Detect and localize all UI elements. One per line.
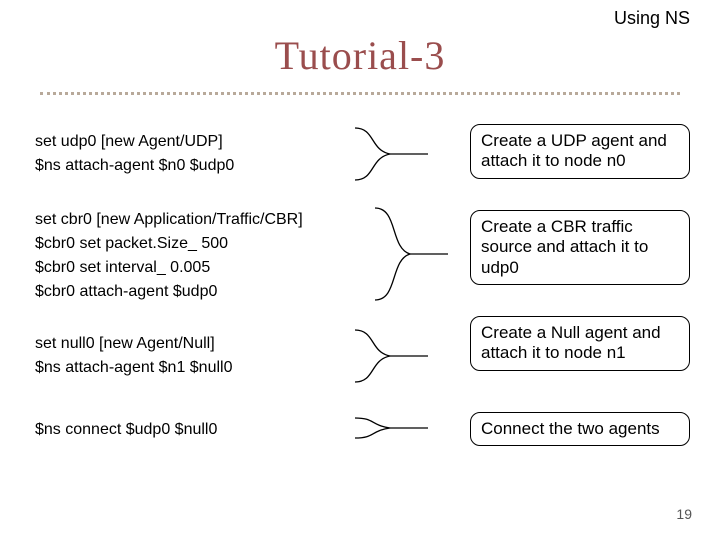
brace-icon xyxy=(350,126,430,182)
brace-icon xyxy=(350,416,430,440)
code-line: $cbr0 set packet.Size_ 500 xyxy=(35,232,303,256)
code-line: $cbr0 set interval_ 0.005 xyxy=(35,256,303,280)
header-label: Using NS xyxy=(614,8,690,29)
code-line: $cbr0 attach-agent $udp0 xyxy=(35,280,303,304)
divider xyxy=(40,92,680,95)
callout-udp: Create a UDP agent and attach it to node… xyxy=(470,124,690,179)
code-block-cbr: set cbr0 [new Application/Traffic/CBR] $… xyxy=(35,208,303,304)
callout-connect: Connect the two agents xyxy=(470,412,690,446)
brace-icon xyxy=(350,328,430,384)
code-line: $ns attach-agent $n1 $null0 xyxy=(35,356,232,380)
slide: Using NS Tutorial-3 set udp0 [new Agent/… xyxy=(0,0,720,540)
code-line: $ns connect $udp0 $null0 xyxy=(35,418,217,442)
code-line: set cbr0 [new Application/Traffic/CBR] xyxy=(35,208,303,232)
code-block-connect: $ns connect $udp0 $null0 xyxy=(35,418,217,442)
brace-icon xyxy=(370,206,450,302)
code-line: set null0 [new Agent/Null] xyxy=(35,332,232,356)
page-number: 19 xyxy=(676,506,692,522)
callout-null: Create a Null agent and attach it to nod… xyxy=(470,316,690,371)
code-line: $ns attach-agent $n0 $udp0 xyxy=(35,154,234,178)
page-title: Tutorial-3 xyxy=(0,32,720,79)
code-line: set udp0 [new Agent/UDP] xyxy=(35,130,234,154)
code-block-udp: set udp0 [new Agent/UDP] $ns attach-agen… xyxy=(35,130,234,178)
callout-cbr: Create a CBR traffic source and attach i… xyxy=(470,210,690,285)
code-block-null: set null0 [new Agent/Null] $ns attach-ag… xyxy=(35,332,232,380)
